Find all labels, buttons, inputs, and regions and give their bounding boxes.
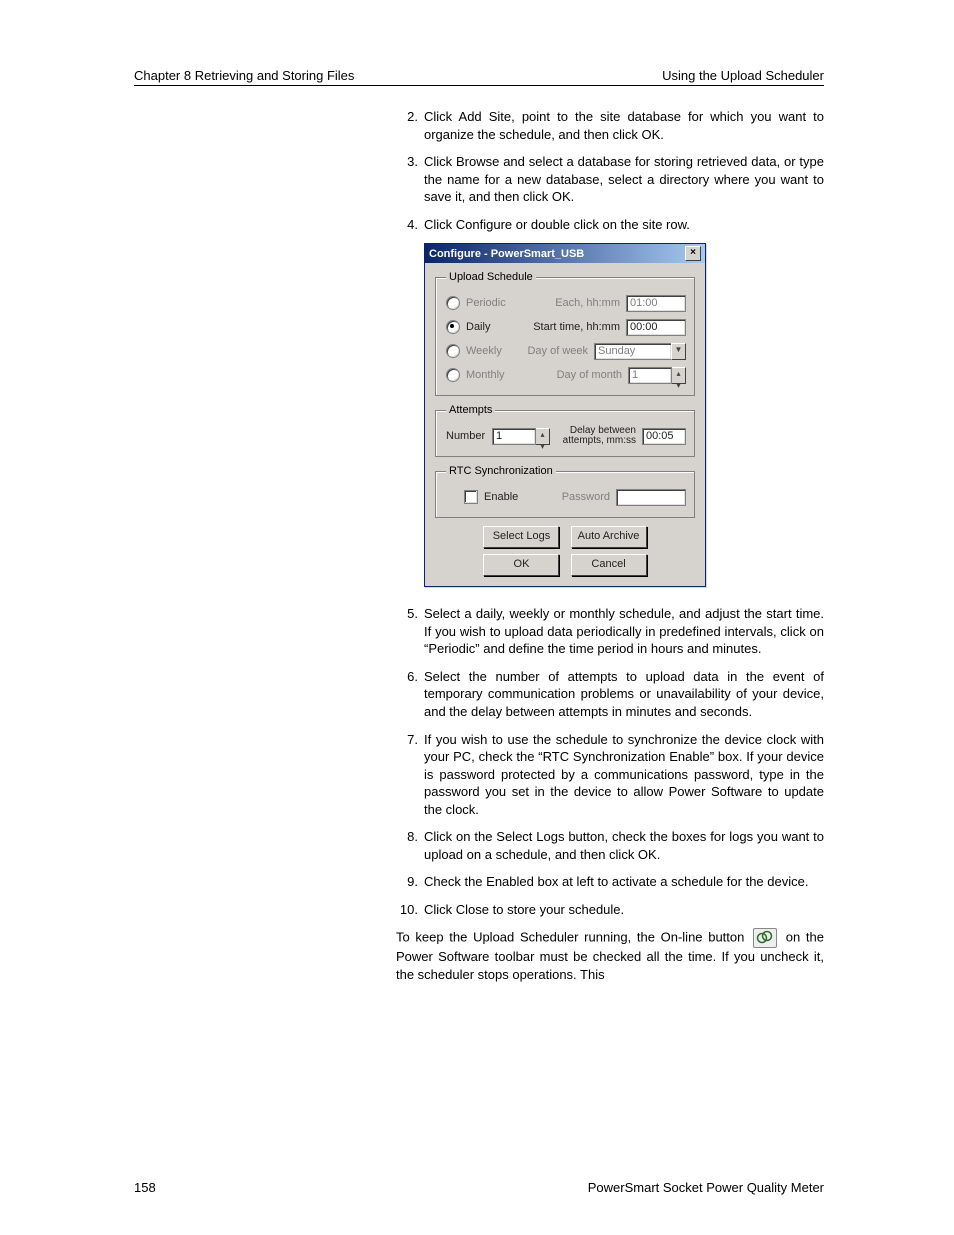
attempts-legend: Attempts	[446, 404, 495, 416]
periodic-label: Periodic	[466, 297, 522, 309]
rtc-sync-group: RTC Synchronization Enable Password	[435, 465, 695, 518]
monthly-label: Monthly	[466, 369, 522, 381]
step-number: 4.	[396, 216, 424, 234]
periodic-radio[interactable]	[446, 296, 460, 310]
periodic-value: 01:00	[626, 295, 686, 312]
select-logs-button[interactable]: Select Logs	[483, 526, 559, 548]
ok-button[interactable]: OK	[483, 554, 559, 576]
rtc-legend: RTC Synchronization	[446, 465, 556, 477]
step-number: 7.	[396, 731, 424, 819]
page-footer: 158 PowerSmart Socket Power Quality Mete…	[134, 1180, 824, 1195]
step-number: 10.	[396, 901, 424, 919]
close-button[interactable]: ×	[685, 246, 701, 261]
weekly-mid-label: Day of week	[522, 345, 594, 357]
step-text: Select the number of attempts to upload …	[424, 668, 824, 721]
number-label: Number	[446, 430, 492, 442]
trailing-part1: To keep the Upload Scheduler running, th…	[396, 930, 750, 945]
step-text: Click on the Select Logs button, check t…	[424, 828, 824, 863]
configure-dialog: Configure - PowerSmart_USB × Upload Sche…	[424, 243, 706, 587]
weekly-value-select: Sunday	[594, 343, 672, 360]
header-right: Using the Upload Scheduler	[662, 68, 824, 83]
dialog-titlebar: Configure - PowerSmart_USB ×	[425, 244, 705, 263]
trailing-paragraph: To keep the Upload Scheduler running, th…	[396, 928, 824, 983]
weekly-radio[interactable]	[446, 344, 460, 358]
step-text: Click Add Site, point to the site databa…	[424, 108, 824, 143]
step-5: 5. Select a daily, weekly or monthly sch…	[396, 605, 824, 658]
enable-label: Enable	[484, 491, 534, 503]
upload-schedule-group: Upload Schedule Periodic Each, hh:mm 01:…	[435, 271, 695, 396]
spinner-icon: ▴▾	[671, 367, 686, 384]
step-10: 10. Click Close to store your schedule.	[396, 901, 824, 919]
dialog-title: Configure - PowerSmart_USB	[429, 248, 584, 260]
auto-archive-button[interactable]: Auto Archive	[571, 526, 647, 548]
step-8: 8. Click on the Select Logs button, chec…	[396, 828, 824, 863]
delay-input[interactable]: 00:05	[642, 428, 686, 445]
spinner-icon[interactable]: ▴▾	[535, 428, 550, 445]
monthly-value-spin: 1	[628, 367, 672, 384]
password-input	[616, 489, 686, 506]
step-2: 2. Click Add Site, point to the site dat…	[396, 108, 824, 143]
step-number: 6.	[396, 668, 424, 721]
delay-label: Delay between attempts, mm:ss	[550, 426, 642, 447]
enable-checkbox[interactable]	[464, 490, 478, 504]
attempts-group: Attempts Number 1▴▾ Delay between attemp…	[435, 404, 695, 457]
step-text: Click Browse and select a database for s…	[424, 153, 824, 206]
daily-mid-label: Start time, hh:mm	[522, 321, 626, 333]
daily-label: Daily	[466, 321, 522, 333]
cancel-button[interactable]: Cancel	[571, 554, 647, 576]
step-6: 6. Select the number of attempts to uplo…	[396, 668, 824, 721]
upload-schedule-legend: Upload Schedule	[446, 271, 536, 283]
step-text: If you wish to use the schedule to synch…	[424, 731, 824, 819]
page-header: Chapter 8 Retrieving and Storing Files U…	[134, 68, 824, 86]
weekly-label: Weekly	[466, 345, 522, 357]
footer-title: PowerSmart Socket Power Quality Meter	[588, 1180, 824, 1195]
step-number: 9.	[396, 873, 424, 891]
monthly-mid-label: Day of month	[522, 369, 628, 381]
page-number: 158	[134, 1180, 156, 1195]
header-left: Chapter 8 Retrieving and Storing Files	[134, 68, 354, 83]
step-number: 5.	[396, 605, 424, 658]
chevron-down-icon: ▼	[671, 343, 686, 360]
step-text: Click Configure or double click on the s…	[424, 216, 824, 234]
step-4: 4. Click Configure or double click on th…	[396, 216, 824, 234]
monthly-radio[interactable]	[446, 368, 460, 382]
step-number: 8.	[396, 828, 424, 863]
online-toolbar-icon	[753, 928, 777, 948]
step-text: Check the Enabled box at left to activat…	[424, 873, 824, 891]
step-9: 9. Check the Enabled box at left to acti…	[396, 873, 824, 891]
step-text: Select a daily, weekly or monthly schedu…	[424, 605, 824, 658]
password-label: Password	[534, 491, 616, 503]
periodic-mid-label: Each, hh:mm	[522, 297, 626, 309]
step-number: 2.	[396, 108, 424, 143]
daily-value-input[interactable]: 00:00	[626, 319, 686, 336]
step-7: 7. If you wish to use the schedule to sy…	[396, 731, 824, 819]
number-spin[interactable]: 1	[492, 428, 536, 445]
step-text: Click Close to store your schedule.	[424, 901, 824, 919]
daily-radio[interactable]	[446, 320, 460, 334]
step-number: 3.	[396, 153, 424, 206]
step-3: 3. Click Browse and select a database fo…	[396, 153, 824, 206]
